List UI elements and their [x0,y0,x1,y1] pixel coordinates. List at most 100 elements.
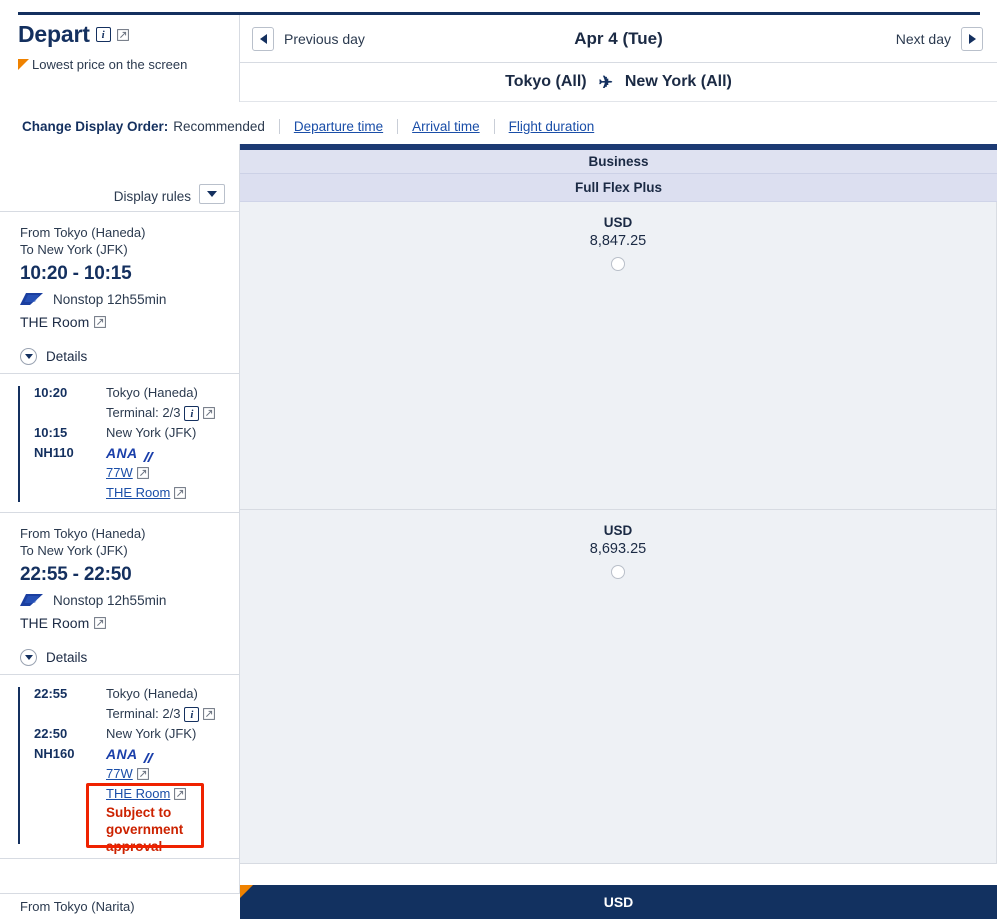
fare-select-radio[interactable] [611,565,625,579]
ana-tailfin-icon [20,292,44,307]
flight-stops-row: Nonstop 12h55min [20,593,225,608]
flight-destination-label: To New York (JFK) [20,242,128,257]
detail-departure-time: 22:55 [34,686,68,701]
cabin-product-link[interactable]: THE Room [106,784,170,804]
flight-details-panel: 10:20 Tokyo (Haneda) Terminal: 2/3 i 10:… [0,373,239,512]
display-rules-label: Display rules [113,189,191,204]
display-rules-row: Display rules [0,144,239,212]
flight-cabin-product-label: THE Room [20,615,90,631]
next-day-label[interactable]: Next day [896,31,951,47]
origin-label: Tokyo (All) [505,73,587,90]
info-icon[interactable]: i [95,27,111,42]
external-link-icon[interactable] [203,407,216,419]
triangle-right-icon [968,33,976,44]
page-header: Depart i Lowest price on the screen Prev… [0,15,997,102]
display-rules-dropdown[interactable] [199,184,225,204]
flight-list-column: Display rules From Tokyo (Haneda) To New… [0,144,240,919]
next-day-group: Next day [886,26,983,51]
external-link-icon[interactable] [94,617,107,629]
details-grid: 22:55 Tokyo (Haneda) Terminal: 2/3 i 22:… [34,684,229,855]
ana-logo-text: ANA [106,746,138,762]
sort-link-flight-duration[interactable]: Flight duration [509,119,595,134]
detail-departure-time: 10:20 [34,385,68,400]
details-toggle-label: Details [46,650,88,665]
fare-type-header: Full Flex Plus [240,174,997,202]
flight-times: 10:20 - 10:15 [20,263,132,284]
sort-bar: Change Display Order: Recommended Depart… [0,110,997,142]
details-timeline-rail [18,687,20,844]
next-day-button[interactable] [961,26,983,51]
fare-select-radio[interactable] [611,257,625,271]
info-icon[interactable]: i [184,706,200,722]
detail-carrier-block: ANA 77W [106,744,229,855]
detail-flight-number: NH160 [34,746,75,761]
detail-departure-airport: Tokyo (Haneda) [106,686,198,701]
detail-terminal-label: Terminal: 2/3 [106,706,181,721]
depart-brand-column: Depart i Lowest price on the screen [0,15,240,102]
day-navigation-column: Previous day Apr 4 (Tue) Next day Tokyo … [240,15,997,102]
flight-stops-label: Nonstop 12h55min [53,292,167,307]
flight-origin-label: From Tokyo (Haneda) [20,526,146,541]
fare-cell[interactable]: USD 8,847.25 [240,202,997,510]
details-timeline-rail [18,386,20,502]
sort-divider-2 [397,118,399,134]
price-amount: 8,693.25 [589,541,647,557]
sort-divider-1 [278,118,280,134]
price-currency: USD [603,523,633,538]
external-link-icon[interactable] [203,708,216,720]
day-navigation-bar: Previous day Apr 4 (Tue) Next day [240,15,997,63]
flight-row: From Tokyo (Haneda) To New York (JFK) 10… [0,212,239,513]
ana-logo: ANA [106,744,229,764]
details-toggle-button[interactable]: Details [0,340,239,373]
chevron-down-circle-icon [20,348,37,365]
flight-times: 22:55 - 22:50 [20,564,132,585]
external-link-icon[interactable] [116,28,129,41]
cabin-class-header: Business [240,150,997,174]
lowest-price-bar[interactable]: USD [240,885,997,919]
depart-title-line: Depart i [18,21,239,48]
sort-current-value: Recommended [173,118,265,134]
detail-arrival-airport: New York (JFK) [106,425,197,440]
external-link-icon[interactable] [94,316,107,328]
details-toggle-button[interactable]: Details [0,641,239,674]
details-grid: 10:20 Tokyo (Haneda) Terminal: 2/3 i 10:… [34,383,229,503]
fare-cell[interactable]: USD 8,693.25 [240,510,997,864]
detail-aircraft-row: 77W [106,764,229,784]
flight-details-panel: 22:55 Tokyo (Haneda) Terminal: 2/3 i 22:… [0,674,239,858]
previous-day-button[interactable] [252,26,274,51]
sort-bar-label: Change Display Order: [22,118,169,134]
page-title: Depart [18,21,90,47]
flight-search-results-page: Depart i Lowest price on the screen Prev… [0,0,997,919]
lowest-price-flag-icon [240,885,253,898]
cabin-product-link[interactable]: THE Room [106,483,170,503]
flight-cabin-product: THE Room [20,615,225,631]
sort-link-arrival-time[interactable]: Arrival time [412,119,480,134]
flight-origin-label: From Tokyo (Haneda) [20,225,146,240]
aircraft-type-link[interactable]: 77W [106,463,133,483]
detail-carrier-block: ANA 77W [106,443,229,503]
details-toggle-label: Details [46,349,88,364]
ana-logo-bars-icon [139,448,155,462]
info-icon[interactable]: i [184,405,200,421]
chevron-down-circle-icon [20,649,37,666]
detail-spacer [34,403,96,423]
lowest-price-legend-label: Lowest price on the screen [32,57,188,72]
external-link-icon[interactable] [136,467,149,479]
flight-stops-row: Nonstop 12h55min [20,292,225,307]
flight-row-partial: From Tokyo (Narita) [0,893,240,919]
fare-column: Business Full Flex Plus USD 8,847.25 USD… [240,144,997,919]
external-link-icon[interactable] [174,788,187,800]
flight-stops-label: Nonstop 12h55min [53,593,167,608]
external-link-icon[interactable] [174,487,187,499]
previous-day-label[interactable]: Previous day [284,31,365,47]
aircraft-type-link[interactable]: 77W [106,764,133,784]
detail-terminal-row: Terminal: 2/3 i [106,403,229,423]
sort-divider-3 [493,118,495,134]
triangle-left-icon [259,33,267,44]
detail-flight-number: NH110 [34,445,74,460]
detail-terminal-row: Terminal: 2/3 i [106,704,229,724]
route-summary: Tokyo (All) ✈ New York (All) [240,63,997,102]
external-link-icon[interactable] [136,768,149,780]
sort-link-departure-time[interactable]: Departure time [294,119,383,134]
lowest-price-flag-icon [18,59,29,70]
